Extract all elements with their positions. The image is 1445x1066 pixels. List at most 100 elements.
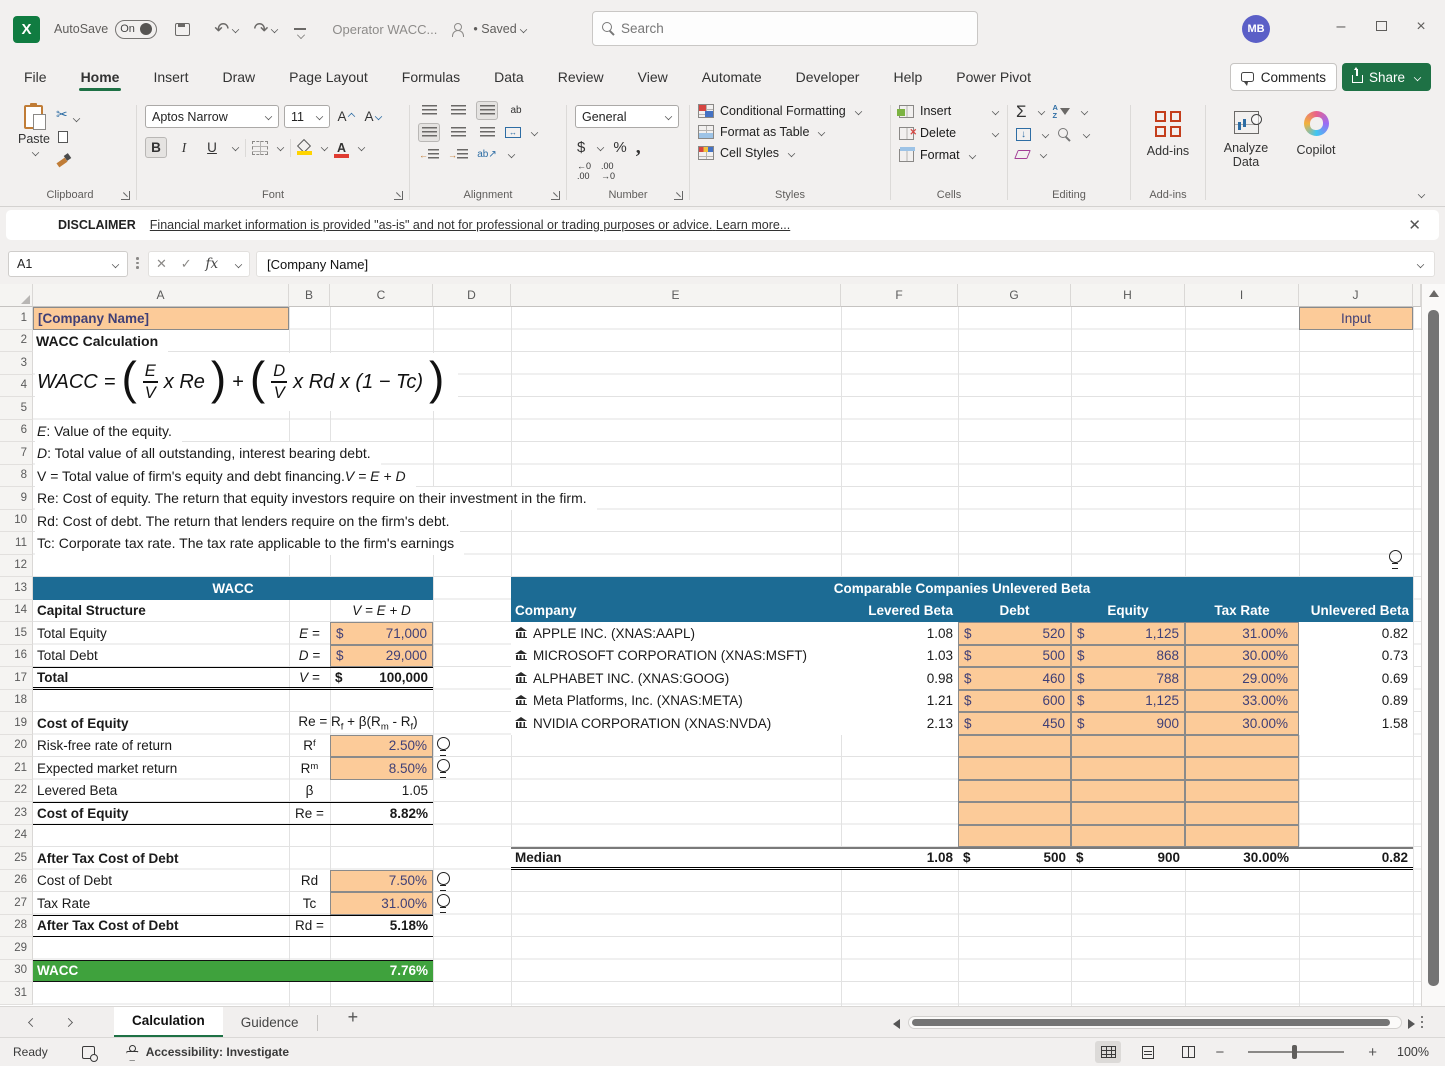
row-header-6[interactable]: 6 [0, 420, 33, 443]
risk-free-rate-row[interactable]: Risk-free rate of return Rf 2.50% [33, 735, 433, 758]
total-row[interactable]: Total V = $100,000 [33, 667, 433, 690]
comps-debt-cell[interactable]: $500 [958, 645, 1071, 668]
next-sheet-icon[interactable] [64, 1018, 73, 1027]
column-header-c[interactable]: C [330, 284, 433, 307]
comps-debt-cell[interactable]: $460 [958, 667, 1071, 690]
minimize-button[interactable]: – [1329, 18, 1353, 36]
close-button[interactable]: × [1409, 18, 1433, 36]
column-header-g[interactable]: G [958, 284, 1071, 307]
comps-tax-cell[interactable]: 29.00% [1185, 667, 1299, 690]
share-button[interactable]: Share [1342, 63, 1431, 91]
select-all-corner[interactable] [0, 284, 33, 307]
comps-levered-beta-cell[interactable]: 1.03 [841, 645, 958, 668]
menu-tab-draw[interactable]: Draw [220, 63, 257, 91]
fill-color-chevron-icon[interactable] [321, 144, 328, 151]
page-layout-view-button[interactable] [1135, 1041, 1161, 1063]
row-header-5[interactable]: 5 [0, 397, 33, 420]
comma-format-button[interactable]: , [636, 136, 641, 159]
comps-debt-cell[interactable]: $520 [958, 622, 1071, 645]
comps-unlevered-cell[interactable]: 0.82 [1299, 622, 1413, 645]
number-dialog-launcher-icon[interactable] [674, 191, 683, 200]
saved-status[interactable]: • Saved [473, 22, 516, 36]
font-dialog-launcher-icon[interactable] [394, 191, 403, 200]
fx-chevron-icon[interactable] [235, 260, 242, 267]
zoom-slider-thumb[interactable] [1292, 1045, 1297, 1059]
row-header-22[interactable]: 22 [0, 780, 33, 803]
column-header-i[interactable]: I [1185, 284, 1299, 307]
row-header-11[interactable]: 11 [0, 532, 33, 555]
comps-empty-input-cell[interactable] [1071, 780, 1185, 803]
after-tax-header-row[interactable]: After Tax Cost of Debt [33, 847, 433, 870]
column-header-b[interactable]: B [289, 284, 330, 307]
find-select-button[interactable] [1057, 127, 1072, 142]
horizontal-scroll-thumb[interactable] [912, 1019, 1390, 1026]
percent-format-button[interactable]: % [613, 139, 626, 156]
align-center-button[interactable] [447, 123, 469, 142]
column-header-j[interactable]: J [1299, 284, 1413, 307]
comps-equity-cell[interactable]: $1,125 [1071, 690, 1185, 713]
analyze-data-button[interactable]: Analyze Data [1214, 101, 1278, 173]
currency-format-button[interactable]: $ [577, 139, 585, 156]
zoom-slider[interactable] [1248, 1051, 1344, 1053]
tab-calculation[interactable]: Calculation [114, 1007, 223, 1038]
row-header-15[interactable]: 15 [0, 622, 33, 645]
normal-view-button[interactable] [1095, 1041, 1121, 1063]
hint-lightbulb-icon[interactable] [437, 872, 450, 889]
total-equity-row[interactable]: Total Equity E = $71,000 [33, 622, 433, 645]
vertical-scroll-thumb[interactable] [1428, 310, 1439, 986]
row-header-16[interactable]: 16 [0, 645, 33, 668]
fill-color-button[interactable] [297, 140, 312, 155]
align-top-button[interactable] [418, 101, 440, 120]
zoom-in-button[interactable]: + [1368, 1044, 1377, 1061]
menu-tab-home[interactable]: Home [79, 63, 122, 91]
row-header-21[interactable]: 21 [0, 757, 33, 780]
conditional-formatting-button[interactable]: Conditional Formatting [698, 104, 882, 118]
wacc-calculation-title[interactable]: WACC Calculation [33, 330, 168, 353]
quick-access-more-icon[interactable] [294, 28, 306, 30]
row-header-19[interactable]: 19 [0, 712, 33, 735]
comps-levered-beta-cell[interactable]: 1.08 [841, 622, 958, 645]
cell-a1-company-name[interactable]: [Company Name] [33, 307, 289, 330]
cell-j1-input-tag[interactable]: Input [1299, 307, 1413, 330]
prev-sheet-icon[interactable] [28, 1018, 37, 1027]
comps-empty-input-cell[interactable] [958, 780, 1071, 803]
column-header-e[interactable]: E [511, 284, 841, 307]
underline-chevron-icon[interactable] [232, 144, 239, 151]
excel-app-icon[interactable]: X [13, 16, 40, 43]
cancel-entry-icon[interactable]: ✕ [156, 256, 167, 272]
row-header-27[interactable]: 27 [0, 892, 33, 915]
sort-chevron-icon[interactable] [1081, 108, 1088, 115]
comps-unlevered-cell[interactable]: 0.89 [1299, 690, 1413, 713]
menu-tab-view[interactable]: View [636, 63, 670, 91]
comps-unlevered-cell[interactable]: 0.73 [1299, 645, 1413, 668]
tax-rate-row[interactable]: Tax Rate Tc 31.00% [33, 892, 433, 915]
paste-button[interactable]: Paste [12, 101, 56, 160]
copilot-button[interactable]: Copilot [1290, 101, 1342, 161]
comps-empty-input-cell[interactable] [1185, 780, 1299, 803]
capital-structure-row[interactable]: Capital Structure V = E + D [33, 600, 433, 623]
delete-cells-button[interactable]: Delete [899, 126, 999, 140]
increase-font-button[interactable]: A [335, 106, 357, 127]
hscroll-right-icon[interactable] [1408, 1019, 1415, 1029]
orientation-chevron-icon[interactable] [508, 151, 515, 158]
merge-center-button[interactable]: ↔ [505, 127, 521, 138]
borders-chevron-icon[interactable] [277, 144, 284, 151]
autosum-button[interactable]: Σ [1016, 103, 1027, 120]
cell-styles-button[interactable]: Cell Styles [698, 146, 882, 160]
hint-lightbulb-icon[interactable] [437, 759, 450, 776]
comps-levered-beta-cell[interactable]: 2.13 [841, 712, 958, 735]
collapse-ribbon-chevron-icon[interactable] [1418, 191, 1425, 198]
confirm-entry-icon[interactable]: ✓ [181, 256, 192, 272]
row-header-2[interactable]: 2 [0, 330, 33, 353]
format-cells-button[interactable]: Format [899, 148, 999, 162]
row-header-31[interactable]: 31 [0, 982, 33, 1005]
find-chevron-icon[interactable] [1083, 131, 1090, 138]
formula-bar-handle[interactable] [136, 257, 139, 269]
font-name-select[interactable]: Aptos Narrow [145, 105, 279, 128]
font-color-button[interactable]: A [334, 141, 349, 155]
comps-tax-cell[interactable]: 33.00% [1185, 690, 1299, 713]
disclaimer-link[interactable]: Financial market information is provided… [150, 218, 790, 232]
italic-button[interactable]: I [173, 137, 195, 158]
column-header-a[interactable]: A [33, 284, 289, 307]
wacc-table-header[interactable]: WACC [33, 577, 433, 600]
